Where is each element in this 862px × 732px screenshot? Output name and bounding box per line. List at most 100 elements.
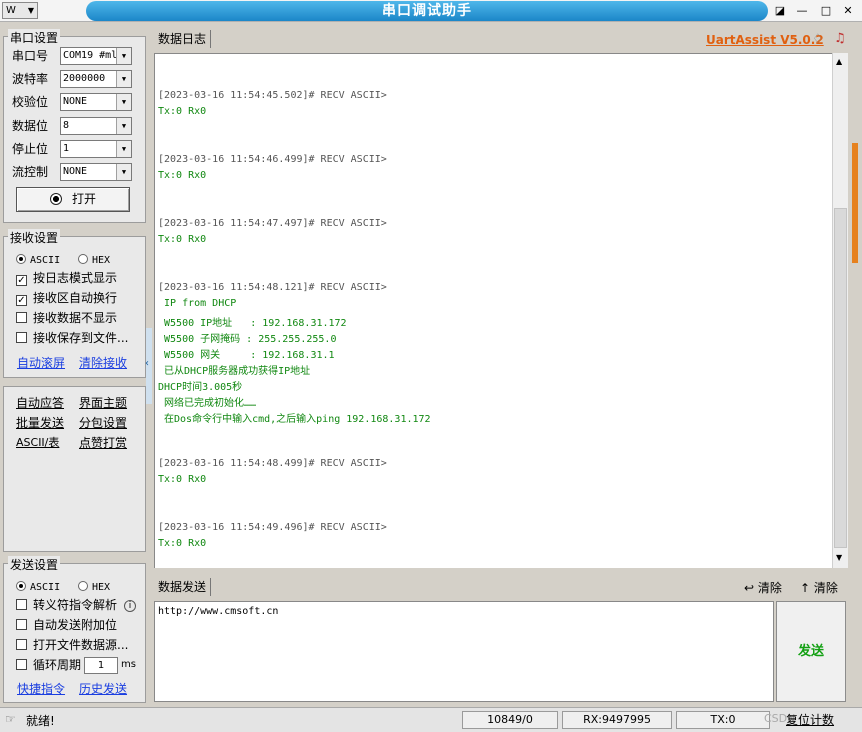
checkbox-icon[interactable] xyxy=(16,332,27,343)
receive-option-2[interactable]: 接收数据不显示 xyxy=(16,308,117,328)
log-data-line: Tx:0 Rx0 xyxy=(158,106,207,117)
scroll-up-icon[interactable]: ▲ xyxy=(836,57,842,66)
clear-all-button[interactable]: ↑ 清除 xyxy=(800,579,838,596)
send-input[interactable]: http://www.cmsoft.cn xyxy=(154,601,774,702)
send-option-1[interactable]: 自动发送附加位 xyxy=(16,615,117,635)
clear-send-button[interactable]: ↩ 清除 xyxy=(744,579,782,596)
baud-select[interactable]: 2000000 ▼ xyxy=(60,70,132,88)
parity-select[interactable]: NONE ▼ xyxy=(60,93,132,111)
log-timestamp-line: [2023-03-16 11:54:49.496]# RECV ASCII> xyxy=(158,522,387,533)
diamond-icon[interactable]: ♢ xyxy=(812,32,824,47)
stopbits-select[interactable]: 1 ▼ xyxy=(60,140,132,158)
port-select[interactable]: COM19 #ml ▼ xyxy=(60,47,132,65)
history-send-link[interactable]: 历史发送 xyxy=(79,680,127,697)
send-input-text: http://www.cmsoft.cn xyxy=(158,606,279,617)
close-button[interactable]: ✕ xyxy=(840,3,856,18)
checkbox-icon[interactable] xyxy=(16,639,27,650)
receive-mode-ascii-radio[interactable]: ASCII xyxy=(16,249,60,269)
window-title: 串口调试助手 xyxy=(86,1,768,21)
ascii-table-link[interactable]: ASCII/表 xyxy=(16,434,59,450)
flowctrl-select[interactable]: NONE ▼ xyxy=(60,163,132,181)
send-option-0[interactable]: 转义符指令解析 xyxy=(16,595,117,615)
maximize-button[interactable]: □ xyxy=(818,3,834,18)
clear-up-icon: ↑ xyxy=(800,581,811,595)
donate-link[interactable]: 点赞打赏 xyxy=(79,434,127,451)
open-port-label: 打开 xyxy=(71,192,96,206)
checkbox-checked-icon[interactable]: ✓ xyxy=(16,295,27,306)
brand-link[interactable]: UartAssist V5.0.2 xyxy=(706,33,824,47)
chevron-down-icon: ▼ xyxy=(116,141,131,157)
receive-option-3[interactable]: 接收保存到文件... xyxy=(16,328,128,348)
databits-label: 数据位 xyxy=(12,119,49,133)
clear-receive-link[interactable]: 清除接收 xyxy=(79,354,127,371)
checkbox-checked-icon[interactable]: ✓ xyxy=(16,275,27,286)
stopbits-value: 1 xyxy=(63,143,70,154)
log-data-line: IP from DHCP xyxy=(158,298,237,309)
info-icon[interactable]: i xyxy=(124,600,136,612)
log-data-line: Tx:0 Rx0 xyxy=(158,474,207,485)
title-bar: W ▼ 串口调试助手 ◪ — □ ✕ xyxy=(0,0,862,22)
pin-icon[interactable]: ◪ xyxy=(772,3,788,18)
port-label: 串口号 xyxy=(12,49,49,63)
checkbox-icon[interactable] xyxy=(16,659,27,670)
auto-reply-link[interactable]: 自动应答 xyxy=(16,394,64,411)
log-scrollbar[interactable]: ▲ ▼ xyxy=(832,53,848,568)
auto-scroll-link[interactable]: 自动滚屏 xyxy=(17,354,65,371)
receive-settings-label: 接收设置 xyxy=(8,229,61,246)
log-data-line: Tx:0 Rx0 xyxy=(158,170,207,181)
chevron-down-icon: ▼ xyxy=(116,48,131,64)
stopbits-label: 停止位 xyxy=(12,142,49,156)
open-port-button[interactable]: 打开 xyxy=(16,187,130,212)
record-icon xyxy=(49,193,62,205)
log-data-line: 网络已完成初始化…… xyxy=(158,398,257,409)
chevron-down-icon: ▼ xyxy=(116,71,131,87)
quick-commands-link[interactable]: 快捷指令 xyxy=(17,680,65,697)
log-timestamp-line: [2023-03-16 11:54:48.499]# RECV ASCII> xyxy=(158,458,387,469)
send-mode-hex-radio[interactable]: HEX xyxy=(78,576,110,596)
tab-data-log[interactable]: 数据日志 xyxy=(154,30,212,48)
cycle-unit: ms xyxy=(121,659,136,670)
databits-select[interactable]: 8 ▼ xyxy=(60,117,132,135)
status-bar: ☞ 就绪! 10849/0 RX:9497995 TX:0 CSDN 复位计数 xyxy=(0,707,862,732)
receive-option-label: 接收数据不显示 xyxy=(33,311,118,325)
log-data-line: W5500 子网掩码 : 255.255.255.0 xyxy=(158,334,337,345)
log-data-line: W5500 IP地址 : 192.168.31.172 xyxy=(158,318,347,329)
serial-settings-label: 串口设置 xyxy=(8,29,61,46)
scroll-thumb[interactable] xyxy=(834,208,847,548)
receive-option-1[interactable]: ✓ 接收区自动换行 xyxy=(16,288,117,308)
bell-icon[interactable]: ♫ xyxy=(834,31,846,46)
batch-send-link[interactable]: 批量发送 xyxy=(16,414,64,431)
reset-counter-link[interactable]: 复位计数 xyxy=(786,711,834,728)
side-accent-bar xyxy=(852,143,858,263)
receive-option-label: 接收保存到文件... xyxy=(33,331,129,345)
receive-option-label: 按日志模式显示 xyxy=(33,271,118,285)
minimize-button[interactable]: — xyxy=(794,3,810,18)
status-ready: 就绪! xyxy=(26,714,55,728)
receive-mode-hex-radio[interactable]: HEX xyxy=(78,249,110,269)
send-mode-ascii-radio[interactable]: ASCII xyxy=(16,576,60,596)
send-option-label: 转义符指令解析 xyxy=(33,598,118,612)
log-timestamp-line: [2023-03-16 11:54:46.499]# RECV ASCII> xyxy=(158,154,387,165)
send-option-3[interactable]: 循环周期 xyxy=(16,655,81,675)
send-button[interactable]: 发送 xyxy=(776,601,846,702)
send-settings-label: 发送设置 xyxy=(8,556,61,573)
cycle-period-input[interactable]: 1 xyxy=(84,657,118,674)
app-menu-button[interactable]: W ▼ xyxy=(2,2,38,19)
databits-value: 8 xyxy=(63,120,70,131)
send-option-2[interactable]: 打开文件数据源... xyxy=(16,635,128,655)
tx-counter: TX:0 xyxy=(676,711,770,729)
packet-settings-link[interactable]: 分包设置 xyxy=(79,414,127,431)
flowctrl-label: 流控制 xyxy=(12,165,49,179)
log-data-line: Tx:0 Rx0 xyxy=(158,538,207,549)
checkbox-icon[interactable] xyxy=(16,599,27,610)
log-timestamp-line: [2023-03-16 11:54:48.121]# RECV ASCII> xyxy=(158,282,387,293)
radio-icon xyxy=(78,581,88,591)
receive-option-0[interactable]: ✓ 按日志模式显示 xyxy=(16,268,117,288)
collapse-handle[interactable]: ‹ xyxy=(145,328,152,404)
checkbox-icon[interactable] xyxy=(16,312,27,323)
scroll-down-icon[interactable]: ▼ xyxy=(836,553,842,562)
receive-log-area[interactable]: [2023-03-16 11:54:45.502]# RECV ASCII> Tx… xyxy=(154,53,832,568)
tab-data-send[interactable]: 数据发送 xyxy=(154,578,212,596)
checkbox-icon[interactable] xyxy=(16,619,27,630)
theme-link[interactable]: 界面主题 xyxy=(79,394,127,411)
